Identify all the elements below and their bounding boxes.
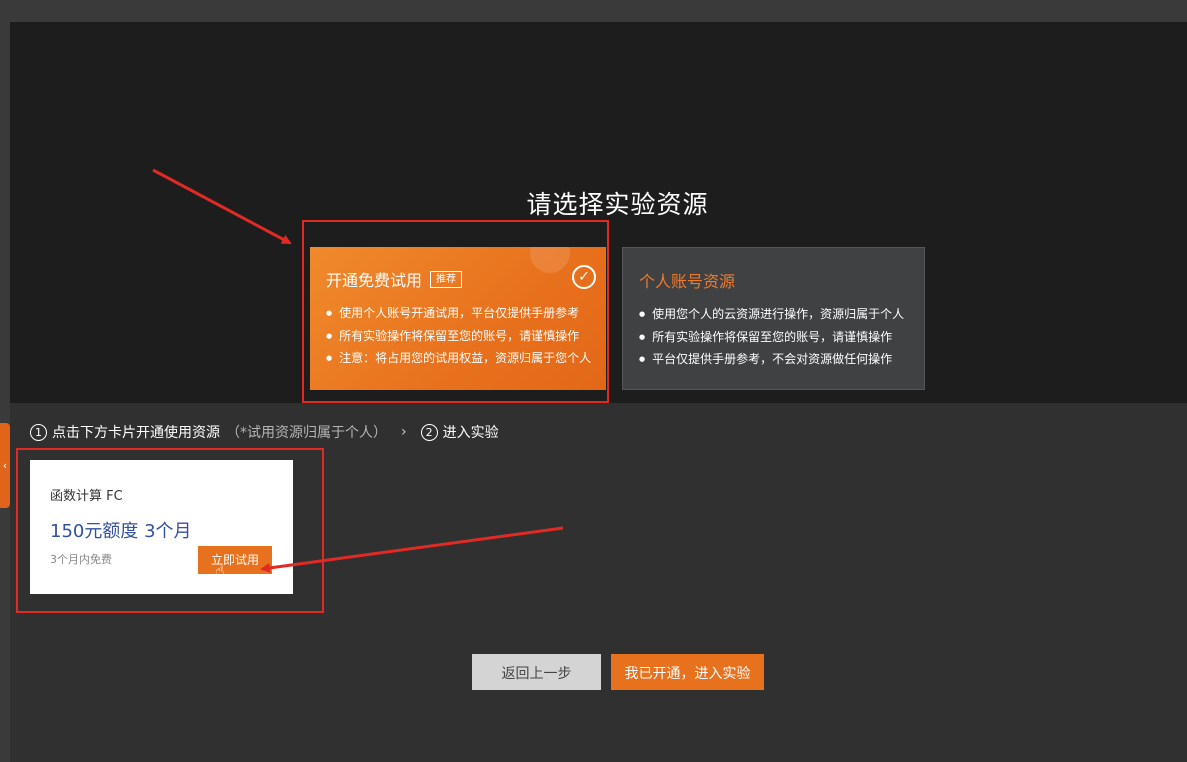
bullet-item: 使用您个人的云资源进行操作，资源归属于个人	[639, 303, 904, 326]
back-button[interactable]: 返回上一步	[472, 654, 601, 690]
step2-text: 进入实验	[442, 425, 499, 441]
product-card-highlight-box	[16, 448, 324, 613]
step-separator-icon: ›	[401, 424, 407, 440]
personal-account-card[interactable]: 个人账号资源 使用您个人的云资源进行操作，资源归属于个人 所有实验操作将保留至您…	[622, 247, 925, 390]
personal-title: 个人账号资源	[639, 272, 736, 291]
step1-text: 点击下方卡片开通使用资源	[52, 425, 220, 441]
step1-number: 1	[30, 423, 47, 441]
step1-note: （*试用资源归属于个人）	[226, 425, 387, 441]
left-strip	[0, 22, 10, 762]
page-title: 请选择实验资源	[526, 190, 709, 219]
step2-number: 2	[420, 423, 438, 441]
step-indicator: 1 点击下方卡片开通使用资源 （*试用资源归属于个人） › 2 进入实验	[30, 422, 499, 442]
side-collapse-tab[interactable]: ‹	[0, 423, 10, 508]
personal-bullets: 使用您个人的云资源进行操作，资源归属于个人 所有实验操作将保留至您的账号，请谨慎…	[639, 303, 904, 371]
free-trial-highlight-box	[302, 220, 609, 403]
personal-card-header: 个人账号资源	[639, 268, 735, 292]
bullet-item: 所有实验操作将保留至您的账号，请谨慎操作	[639, 326, 904, 349]
top-bar	[0, 0, 1187, 22]
bullet-item: 平台仅提供手册参考，不会对资源做任何操作	[639, 348, 904, 371]
enter-lab-button[interactable]: 我已开通，进入实验	[611, 654, 764, 690]
